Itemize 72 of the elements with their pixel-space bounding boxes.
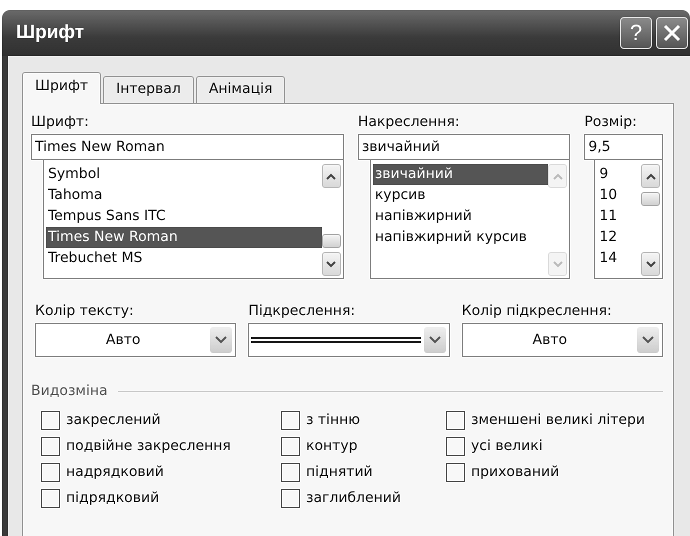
field-label: Розмір: [584, 113, 638, 132]
chevron-up-icon [552, 172, 563, 180]
chevron-down-icon [646, 260, 656, 268]
checkbox-label: надрядковий [66, 464, 164, 480]
checkbox[interactable] [41, 462, 60, 482]
checkbox[interactable] [281, 410, 300, 430]
checkbox[interactable] [41, 410, 60, 430]
checkbox[interactable] [41, 436, 60, 456]
close-icon [662, 23, 682, 43]
checkbox-label: зменшені великі літери [471, 412, 645, 428]
group-title: Видозміна [31, 383, 108, 399]
checkbox[interactable] [446, 462, 465, 482]
list-item[interactable]: Tahoma [46, 185, 322, 206]
checkbox[interactable] [446, 410, 465, 430]
field-label: Колір підкреслення: [462, 302, 613, 321]
list-item[interactable]: 9 [597, 164, 642, 185]
dropdown[interactable]: Авто [35, 323, 236, 357]
list-item[interactable]: 10 [597, 185, 642, 206]
double-line-icon [251, 336, 422, 344]
chevron-down-icon [552, 260, 563, 268]
scroll-thumb[interactable] [322, 234, 341, 248]
list-item[interactable]: напівжирний [372, 206, 548, 227]
list-item[interactable]: Trebuchet MS [46, 248, 322, 269]
chevron-down-icon [428, 336, 441, 344]
scroll-down-button[interactable] [641, 252, 660, 276]
list-item[interactable]: Tempus Sans ITC [46, 206, 322, 227]
checkbox-label: закреслений [66, 412, 161, 428]
checkbox-label: підрядковий [66, 490, 160, 506]
checkbox[interactable] [281, 488, 300, 508]
help-button[interactable]: ? [620, 17, 652, 49]
field-label: Накреслення: [358, 113, 461, 132]
tab[interactable]: Інтервал [103, 76, 194, 103]
list-item[interactable]: 14 [597, 248, 642, 269]
checkbox[interactable] [41, 488, 60, 508]
scroll-down-button[interactable] [322, 252, 341, 276]
list-item[interactable]: Times New Roman [46, 227, 322, 248]
checkbox-label: піднятий [306, 464, 373, 480]
dropdown[interactable]: Авто [462, 323, 663, 357]
field-label: Колір тексту: [35, 302, 135, 321]
close-button[interactable] [656, 17, 688, 49]
chevron-down-icon [326, 260, 336, 268]
list-item[interactable]: напівжирний курсив [372, 227, 548, 248]
scroll-up-button[interactable] [322, 164, 341, 188]
checkbox-label: усі великі [471, 438, 543, 454]
checkbox-label: подвійне закреслення [66, 438, 231, 454]
list-item[interactable]: 11 [597, 206, 642, 227]
scroll-thumb[interactable] [641, 192, 660, 206]
list-item[interactable]: 12 [597, 227, 642, 248]
tab[interactable]: Шрифт [22, 72, 102, 104]
input-field[interactable]: звичайний [358, 134, 570, 160]
field-label: Шрифт: [31, 113, 90, 132]
dropdown[interactable] [248, 323, 450, 357]
list-item[interactable]: курсив [372, 185, 548, 206]
chevron-up-icon [326, 172, 336, 180]
checkbox[interactable] [281, 436, 300, 456]
input-field[interactable]: Times New Roman [31, 134, 344, 160]
field-label: Підкреслення: [248, 302, 356, 321]
list-item[interactable]: звичайний [372, 164, 548, 185]
chevron-up-icon [646, 172, 656, 180]
list-item[interactable]: Symbol [46, 164, 322, 185]
checkbox-label: контур [306, 438, 358, 454]
scroll-up-button[interactable] [641, 164, 660, 188]
chevron-down-icon [642, 336, 654, 344]
checkbox-label: прихований [471, 464, 560, 480]
checkbox-label: з тінню [306, 412, 360, 428]
checkbox[interactable] [446, 436, 465, 456]
window-title: Шрифт [16, 22, 84, 44]
checkbox[interactable] [281, 462, 300, 482]
chevron-down-icon [215, 336, 228, 344]
input-field[interactable]: 9,5 [584, 134, 664, 160]
checkbox-label: заглиблений [306, 490, 401, 506]
tab[interactable]: Анімація [196, 76, 286, 103]
